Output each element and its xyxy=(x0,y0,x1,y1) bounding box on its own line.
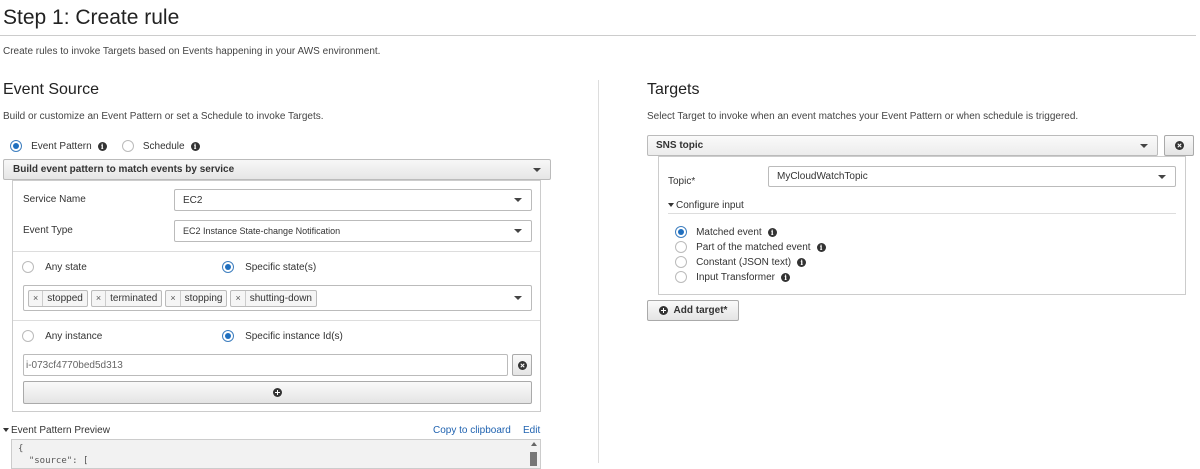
schedule-label: Schedule xyxy=(142,140,185,152)
event-source-title: Event Source xyxy=(3,81,100,98)
event-type-select[interactable]: EC2 Instance State-change Notification xyxy=(174,220,532,242)
mode-radio-group: Event Pattern i Schedule i xyxy=(10,140,200,153)
part-of-event-label: Part of the matched event xyxy=(696,241,811,253)
add-target-button[interactable]: Add target* xyxy=(647,300,739,321)
remove-tag-icon[interactable]: × xyxy=(231,290,246,306)
plus-icon xyxy=(658,306,668,315)
event-pattern-radio[interactable] xyxy=(10,140,22,153)
specific-instance-label: Specific instance Id(s) xyxy=(245,330,343,342)
part-of-event-radio[interactable] xyxy=(675,241,687,254)
scrollbar[interactable] xyxy=(529,442,538,468)
chevron-down-icon xyxy=(514,296,522,300)
input-option-part-of-event[interactable]: Part of the matched event i xyxy=(675,241,826,254)
event-pattern-label: Event Pattern xyxy=(31,140,92,152)
constant-label: Constant (JSON text) xyxy=(696,256,792,268)
info-icon[interactable]: i xyxy=(816,242,826,252)
input-transformer-label: Input Transformer xyxy=(696,271,775,283)
event-pattern-code[interactable]: { "source": [ xyxy=(11,439,541,469)
chevron-down-icon xyxy=(514,229,522,233)
instance-id-input[interactable]: i-073cf4770bed5d313 xyxy=(23,354,508,376)
instance-id-value: i-073cf4770bed5d313 xyxy=(26,359,123,371)
service-name-select[interactable]: EC2 xyxy=(174,189,532,211)
schedule-radio[interactable] xyxy=(121,140,134,153)
matched-event-radio[interactable] xyxy=(675,226,687,239)
matched-event-label: Matched event xyxy=(696,226,762,238)
topic-value: MyCloudWatchTopic xyxy=(777,171,868,182)
event-source-description: Build or customize an Event Pattern or s… xyxy=(3,111,324,122)
close-icon xyxy=(1174,141,1184,150)
state-tag-terminated: × terminated xyxy=(90,289,163,307)
info-icon[interactable]: i xyxy=(797,257,807,267)
constant-radio[interactable] xyxy=(675,256,687,269)
target-type-value: SNS topic xyxy=(656,140,704,151)
remove-instance-button[interactable] xyxy=(512,354,532,376)
scroll-up-icon[interactable] xyxy=(531,442,537,446)
chevron-down-icon xyxy=(514,198,522,202)
specific-instance-option[interactable]: Specific instance Id(s) xyxy=(222,330,343,343)
specific-states-label: Specific state(s) xyxy=(245,261,317,273)
caret-down-icon xyxy=(668,203,674,208)
code-line: "source": [ xyxy=(18,456,89,466)
service-name-label: Service Name xyxy=(23,194,86,205)
scrollbar-thumb[interactable] xyxy=(530,452,537,466)
info-icon[interactable]: i xyxy=(97,141,107,151)
edit-link[interactable]: Edit xyxy=(523,425,540,436)
plus-icon xyxy=(273,388,282,397)
any-state-label: Any state xyxy=(45,261,87,273)
add-target-label: Add target* xyxy=(673,305,728,316)
preview-label: Event Pattern Preview xyxy=(11,425,110,436)
states-multiselect[interactable]: × stopped × terminated × stopping × shut… xyxy=(23,285,532,311)
remove-target-button[interactable] xyxy=(1164,135,1194,156)
page-subtitle: Create rules to invoke Targets based on … xyxy=(3,46,381,57)
column-divider xyxy=(598,80,599,463)
add-instance-button[interactable] xyxy=(23,381,532,404)
any-state-radio[interactable] xyxy=(22,261,34,274)
caret-down-icon xyxy=(3,428,9,433)
state-tag-shutting-down: × shutting-down xyxy=(230,289,317,307)
remove-tag-icon[interactable]: × xyxy=(166,290,181,306)
event-pattern-preview-toggle[interactable]: Event Pattern Preview xyxy=(3,425,110,436)
state-tag-stopping: × stopping xyxy=(165,289,228,307)
service-name-value: EC2 xyxy=(183,194,203,206)
title-divider xyxy=(0,35,1196,36)
input-option-transformer[interactable]: Input Transformer i xyxy=(675,271,791,284)
chevron-down-icon xyxy=(533,167,541,172)
info-icon[interactable]: i xyxy=(767,227,777,237)
specific-states-radio[interactable] xyxy=(222,261,234,274)
pattern-builder-select[interactable]: Build event pattern to match events by s… xyxy=(3,159,551,180)
target-type-select[interactable]: SNS topic xyxy=(647,135,1158,156)
specific-instance-radio[interactable] xyxy=(222,330,234,343)
input-option-constant[interactable]: Constant (JSON text) i xyxy=(675,256,807,269)
state-tag-stopped: × stopped xyxy=(28,289,88,307)
page-title: Step 1: Create rule xyxy=(3,6,180,29)
copy-to-clipboard-link[interactable]: Copy to clipboard xyxy=(433,425,511,436)
any-instance-radio[interactable] xyxy=(22,330,34,343)
configure-input-toggle[interactable]: Configure input xyxy=(668,200,744,211)
input-option-matched-event[interactable]: Matched event i xyxy=(675,226,777,239)
close-icon xyxy=(517,360,527,370)
divider xyxy=(13,320,540,321)
remove-tag-icon[interactable]: × xyxy=(92,290,107,306)
info-icon[interactable]: i xyxy=(190,141,200,151)
topic-select[interactable]: MyCloudWatchTopic xyxy=(768,166,1176,187)
configure-input-label: Configure input xyxy=(676,200,744,211)
pattern-builder-label: Build event pattern to match events by s… xyxy=(13,164,235,175)
chevron-down-icon xyxy=(1140,143,1148,148)
code-line: { xyxy=(18,444,24,454)
topic-label: Topic* xyxy=(668,176,696,187)
input-transformer-radio[interactable] xyxy=(675,271,687,284)
remove-tag-icon[interactable]: × xyxy=(29,290,44,306)
event-type-value: EC2 Instance State-change Notification xyxy=(183,226,341,236)
chevron-down-icon xyxy=(1158,174,1166,179)
targets-description: Select Target to invoke when an event ma… xyxy=(647,111,1079,122)
specific-states-option[interactable]: Specific state(s) xyxy=(222,261,317,274)
event-type-label: Event Type xyxy=(23,225,73,236)
targets-title: Targets xyxy=(647,81,700,98)
any-instance-option[interactable]: Any instance xyxy=(22,330,103,343)
divider xyxy=(668,213,1176,214)
info-icon[interactable]: i xyxy=(781,272,791,282)
any-instance-label: Any instance xyxy=(45,330,103,342)
any-state-option[interactable]: Any state xyxy=(22,261,87,274)
divider xyxy=(13,251,540,252)
